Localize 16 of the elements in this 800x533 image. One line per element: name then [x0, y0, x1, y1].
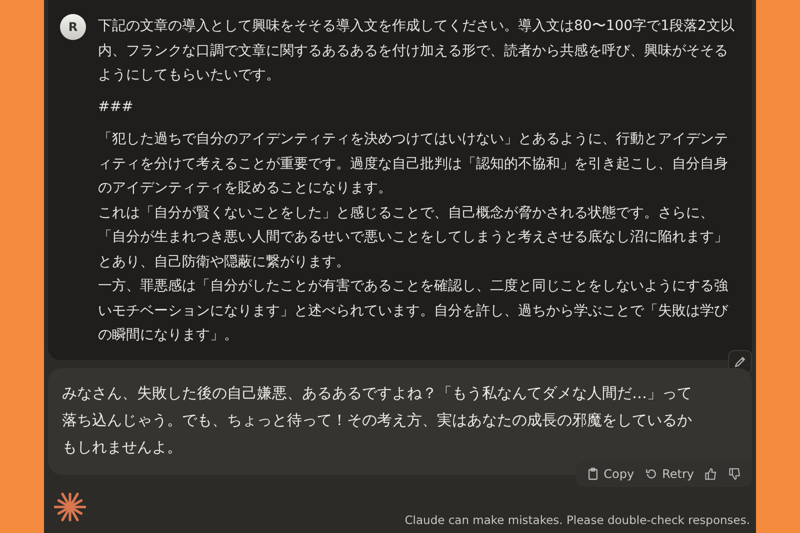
clipboard-icon: [586, 466, 600, 480]
pencil-icon: [733, 354, 747, 368]
message-paragraph: これは「自分が賢くないことをした」と感じることで、自己概念が脅かされる状態です。さらに、「自分が生まれつき悪い人間であるせいで悪いことをしてしまうと考えさせる底なし沼に陥れます」とあり、自己防衛や隠蔽に繋がります。: [98, 204, 729, 272]
thumbs-up-icon: [704, 466, 718, 480]
user-avatar: R: [60, 14, 86, 40]
message-paragraph: 「犯した過ちで自分のアイデンティティを決めつけてはいけない」とあるように、行動とアイデンティティを分けて考えることが重要です。過度な自己批判は「認知的不協和」を引き起こし、自分自身のアイデンティティを貶めることになります。: [98, 130, 729, 198]
retry-button[interactable]: Retry: [642, 464, 696, 482]
message-paragraph: 下記の文章の導入として興味をそそる導入文を作成してください。導入文は80〜100字で1段落2文以内、フランクな口調で文章に関するあるあるを付け加える形で、読者から共感を呼び、興味がそそるようにしてもらいたいです。: [98, 17, 736, 85]
disclaimer-text: Claude can make mistakes. Please double-check responses.: [404, 512, 750, 526]
starburst-logo-icon: [54, 490, 86, 522]
message-paragraph: 一方、罪悪感は「自分がしたことが有害であることを確認し、二度と同じことをしないようにする強いモチベーションになります」と述べられています。自分を許し、過ちから学ぶことで「失敗は学びの瞬間になります」。: [98, 277, 730, 345]
thumbs-down-icon: [728, 466, 742, 480]
copy-button[interactable]: Copy: [584, 464, 636, 482]
message-paragraph: ###: [98, 98, 134, 116]
response-text: みなさん、失敗した後の自己嫌悪、あるあるですよね？「もう私なんてダメな人間だ…」って落ち込んじゃう。でも、ちょっと待って！その考え方、実はあなたの成長の邪魔をしているかもしれませんよ。: [62, 382, 692, 458]
retry-icon: [644, 466, 658, 480]
